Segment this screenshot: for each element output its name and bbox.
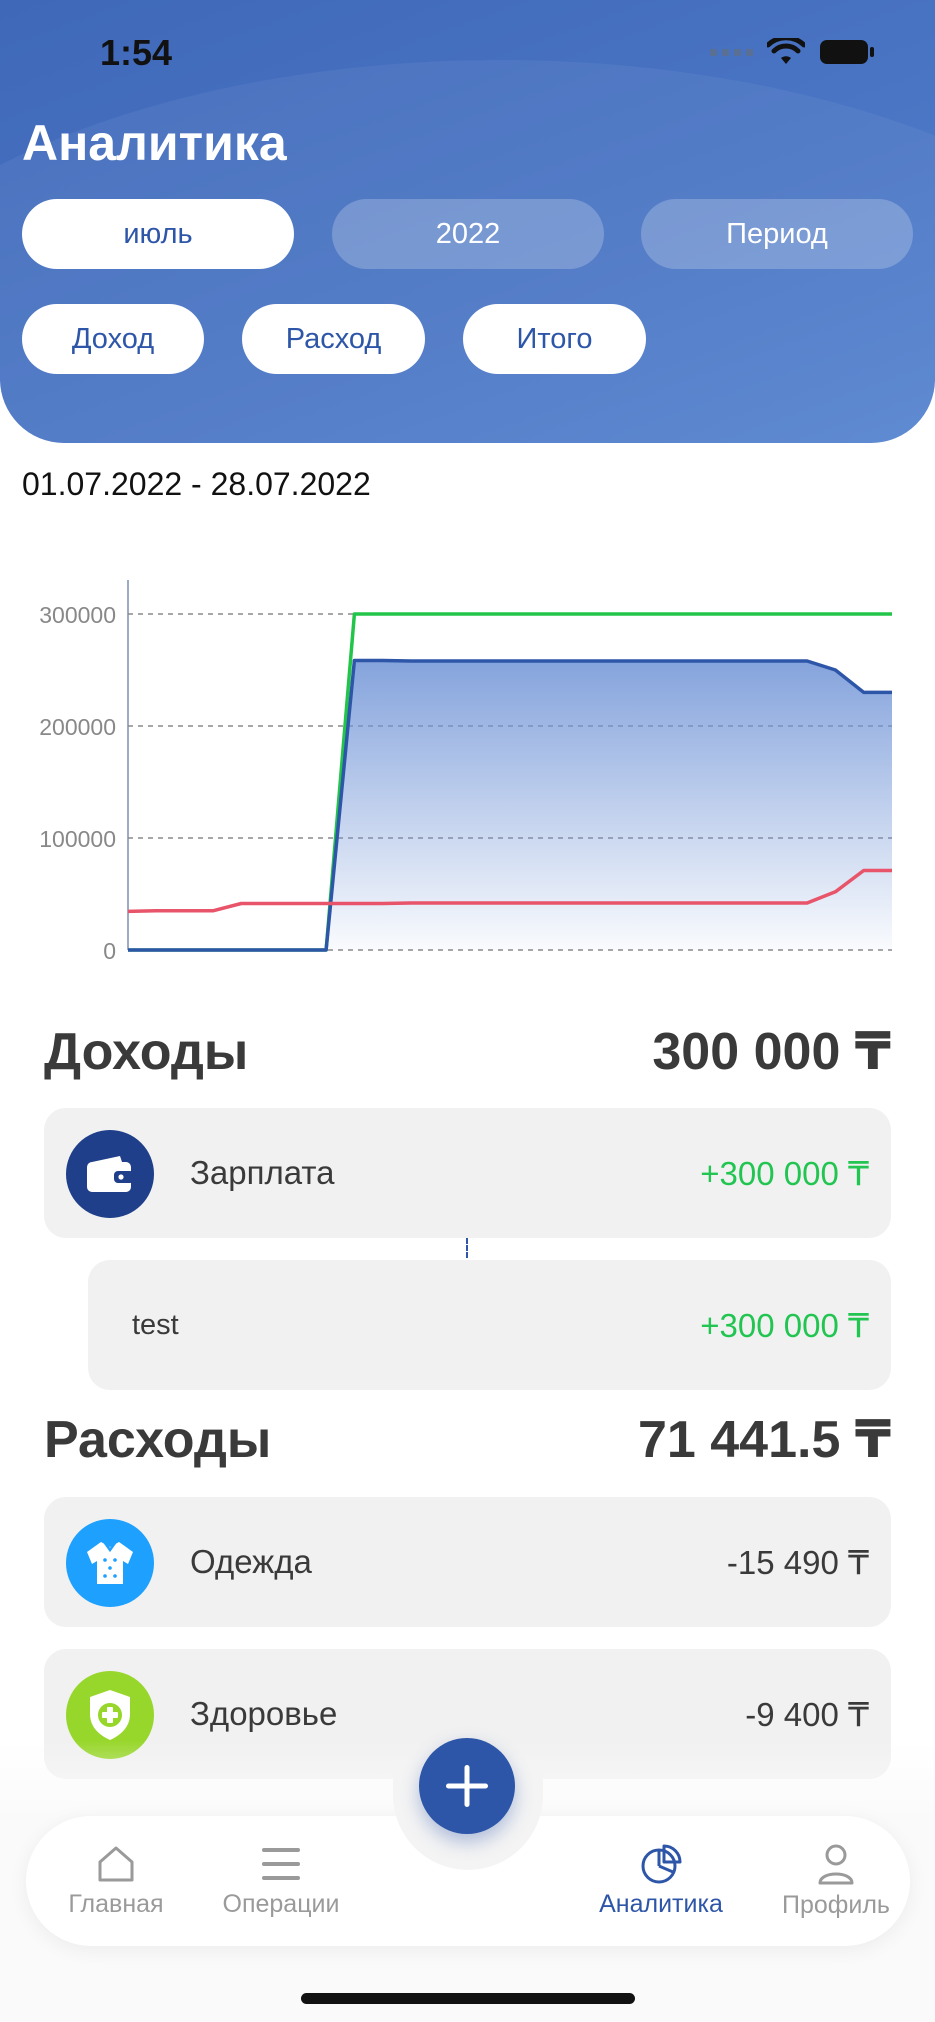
plus-icon — [446, 1765, 488, 1807]
tab-operations[interactable]: Операции — [186, 1816, 376, 1946]
pie-chart-icon — [641, 1844, 682, 1883]
tab-home-label: Главная — [68, 1889, 164, 1918]
expense-toggle-button[interactable]: Расход — [242, 304, 425, 374]
month-filter-button[interactable]: июль — [22, 199, 294, 269]
y-tick-label: 0 — [103, 938, 116, 964]
expense-category-amount: -15 490 ₸ — [726, 1543, 869, 1581]
period-filter-button[interactable]: Период — [641, 199, 913, 269]
expense-category-row[interactable]: Одежда -15 490 ₸ — [44, 1497, 891, 1627]
income-section-total: 300 000 ₸ — [652, 1023, 891, 1081]
status-time: 1:54 — [100, 32, 173, 73]
income-subitem-row[interactable]: test +300 000 ₸ — [88, 1260, 891, 1390]
wallet-icon — [66, 1130, 154, 1218]
sweater-icon — [66, 1519, 154, 1607]
home-icon — [98, 1846, 134, 1881]
chart-svg: 300000 200000 100000 0 — [39, 580, 893, 964]
list-icon — [262, 1847, 300, 1880]
income-toggle-button[interactable]: Доход — [22, 304, 204, 374]
status-icons — [710, 38, 875, 66]
user-icon — [818, 1844, 854, 1884]
tab-profile-label: Профиль — [782, 1890, 890, 1919]
page-title: Аналитика — [22, 115, 287, 171]
chart-tick-labels: 300000 200000 100000 0 — [39, 602, 116, 964]
cellular-signal-icon — [710, 48, 753, 56]
total-toggle-button[interactable]: Итого — [463, 304, 646, 374]
income-subitem-label: test — [132, 1308, 179, 1341]
y-tick-label: 200000 — [39, 714, 116, 740]
tab-home[interactable]: Главная — [26, 1816, 206, 1946]
income-subitem-amount: +300 000 ₸ — [700, 1306, 869, 1344]
header: 1:54 Аналитика июль 2022 Период Доход Ра… — [0, 0, 935, 443]
home-indicator — [301, 1993, 635, 2004]
status-bar: 1:54 — [0, 0, 935, 100]
income-section-title: Доходы — [44, 1023, 249, 1081]
tab-profile[interactable]: Профиль — [746, 1816, 926, 1946]
battery-icon — [820, 40, 874, 64]
income-category-amount: +300 000 ₸ — [700, 1154, 869, 1192]
y-tick-label: 100000 — [39, 826, 116, 852]
add-transaction-button[interactable] — [419, 1738, 515, 1834]
tab-operations-label: Операции — [222, 1889, 340, 1918]
year-filter-button[interactable]: 2022 — [332, 199, 604, 269]
series-area-fill — [128, 660, 892, 950]
income-category-label: Зарплата — [190, 1154, 335, 1191]
dashed-connector — [466, 1238, 468, 1258]
date-range: 01.07.2022 - 28.07.2022 — [22, 466, 371, 502]
tab-analytics-label: Аналитика — [599, 1889, 723, 1918]
wifi-icon — [767, 38, 805, 64]
expense-category-label: Одежда — [190, 1543, 312, 1580]
income-category-row[interactable]: Зарплата +300 000 ₸ — [44, 1108, 891, 1238]
analytics-chart: 300000 200000 100000 0 — [0, 560, 935, 970]
tab-analytics[interactable]: Аналитика — [566, 1816, 756, 1946]
chart-fill — [128, 660, 892, 950]
expenses-section-title: Расходы — [44, 1411, 272, 1469]
y-tick-label: 300000 — [39, 602, 116, 628]
expenses-section-total: 71 441.5 ₸ — [637, 1411, 891, 1469]
